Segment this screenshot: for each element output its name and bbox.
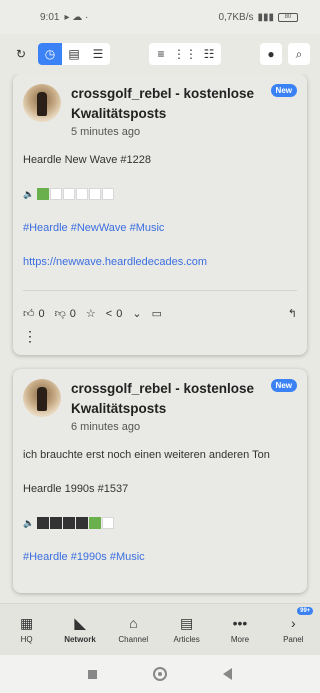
nav-more[interactable]: ••• More	[214, 615, 266, 644]
nav-label: Network	[64, 635, 96, 644]
thumbs-down-icon: 👎︎	[54, 308, 66, 320]
post-hashtags[interactable]: #Heardle #NewWave #Music	[23, 222, 297, 234]
heardle-result: 🔈	[23, 517, 297, 529]
status-bar: 9:01 ▸ ☁ · 0,7KB/s ▮▮▮ 80	[0, 0, 320, 34]
post-hashtags[interactable]: #Heardle #1990s #Music	[23, 551, 297, 563]
chevron-down-icon[interactable]: ⌄	[132, 307, 141, 320]
thumbs-up-icon: 👍︎	[23, 308, 35, 320]
post-author[interactable]: crossgolf_rebel - kostenlose Kwalitätspo…	[71, 84, 297, 124]
folder-icon[interactable]: ▭	[152, 307, 162, 320]
result-square-dark	[50, 517, 63, 529]
nav-hq[interactable]: ▦ HQ	[1, 615, 53, 644]
article-icon: ▤	[180, 615, 194, 631]
list-icon[interactable]: ☰	[86, 43, 110, 65]
nav-label: Panel	[283, 635, 304, 644]
dashboard-icon: ▦	[20, 615, 34, 631]
panel-badge: 99+	[297, 607, 314, 615]
nav-label: HQ	[20, 635, 33, 644]
status-icons: ▸ ☁ ·	[64, 11, 89, 23]
nav-channel[interactable]: ⌂ Channel	[107, 615, 159, 644]
post-link[interactable]: https://newwave.heardledecades.com	[23, 256, 297, 268]
home-icon: ⌂	[129, 615, 138, 631]
recents-icon[interactable]	[88, 669, 97, 679]
chevron-right-icon: ›	[290, 615, 296, 631]
post-card: New crossgolf_rebel - kostenlose Kwalitä…	[13, 369, 307, 593]
post-time[interactable]: 5 minutes ago	[71, 126, 297, 138]
result-square-dark	[37, 517, 50, 529]
star-icon: ☆	[85, 308, 96, 320]
new-badge: New	[270, 379, 297, 392]
avatar[interactable]	[23, 84, 61, 122]
more-options-icon[interactable]: ⋮	[23, 320, 297, 347]
nav-panel[interactable]: 99+ › Panel	[267, 607, 319, 644]
nav-label: Channel	[118, 635, 149, 644]
post-actions: 👍︎ 0 👎︎ 0 ☆ <0 ⌄ ▭ ↰	[23, 299, 297, 321]
post-body: Heardle New Wave #1228 🔈 #Heardle #NewWa…	[23, 154, 297, 268]
refresh-icon[interactable]: ↻	[10, 43, 32, 65]
post-card: New crossgolf_rebel - kostenlose Kwalitä…	[13, 74, 307, 355]
result-square-empty	[50, 188, 63, 200]
signal-icon: ▮▮▮	[257, 11, 274, 23]
like-count: 0	[38, 307, 45, 320]
share-button[interactable]: <0	[106, 308, 123, 320]
post-text: ich brauchte erst noch einen weiteren an…	[23, 449, 270, 461]
result-square-empty	[102, 188, 115, 200]
result-square-empty	[76, 188, 89, 200]
like-button[interactable]: 👍︎ 0	[23, 307, 45, 321]
post-time[interactable]: 6 minutes ago	[71, 421, 297, 433]
rss-icon: ◣	[74, 615, 86, 631]
speaker-icon: 🔈	[23, 517, 35, 528]
nav-network[interactable]: ◣ Network	[54, 615, 106, 644]
dislike-button[interactable]: 👎︎ 0	[54, 307, 76, 321]
layout-mode-group: ≡ ⋮⋮ ☷	[149, 43, 221, 65]
result-square-green	[37, 188, 50, 200]
view-mode-group: ◷ ▤ ☰	[38, 43, 110, 65]
nav-label: More	[230, 635, 250, 644]
result-square-empty	[89, 188, 102, 200]
star-button[interactable]: ☆	[86, 307, 96, 320]
battery-icon: 80	[278, 12, 298, 22]
feed: New crossgolf_rebel - kostenlose Kwalitä…	[0, 74, 320, 693]
system-nav-bar	[0, 655, 320, 693]
toolbar: ↻ ◷ ▤ ☰ ≡ ⋮⋮ ☷ ● ⌕	[0, 34, 320, 74]
back-icon[interactable]	[223, 668, 232, 680]
nav-articles[interactable]: ▤ Articles	[161, 615, 213, 644]
post-body: ich brauchte erst noch einen weiteren an…	[23, 449, 297, 563]
ellipsis-icon: •••	[232, 615, 248, 631]
share-count: 0	[116, 307, 123, 320]
post-text: Heardle New Wave #1228	[23, 154, 151, 166]
search-icon[interactable]: ⌕	[288, 43, 310, 65]
clock-icon[interactable]: ◷	[38, 43, 62, 65]
result-square-empty	[63, 188, 76, 200]
chat-icon[interactable]: ▤	[62, 43, 86, 65]
home-button-icon[interactable]	[153, 667, 167, 681]
status-network-speed: 0,7KB/s	[218, 11, 254, 23]
post-author[interactable]: crossgolf_rebel - kostenlose Kwalitätspo…	[71, 379, 297, 419]
avatar[interactable]	[23, 379, 61, 417]
grid-icon[interactable]: ⋮⋮	[173, 43, 197, 65]
dislike-count: 0	[69, 307, 76, 320]
post-text: Heardle 1990s #1537	[23, 483, 129, 495]
reply-icon[interactable]: ↰	[288, 307, 297, 320]
status-time: 9:01	[40, 11, 60, 23]
heardle-result: 🔈	[23, 188, 297, 200]
speaker-icon: 🔈	[23, 188, 35, 199]
result-square-dark	[63, 517, 76, 529]
share-icon: <	[105, 307, 113, 320]
result-square-green	[89, 517, 102, 529]
divider	[23, 290, 297, 291]
text-lines-icon[interactable]: ≡	[149, 43, 173, 65]
new-badge: New	[270, 84, 297, 97]
cards-icon[interactable]: ☷	[197, 43, 221, 65]
bottom-nav: ▦ HQ ◣ Network ⌂ Channel ▤ Articles ••• …	[0, 603, 320, 655]
nav-label: Articles	[173, 635, 200, 644]
person-icon[interactable]: ●	[260, 43, 282, 65]
result-square-dark	[76, 517, 89, 529]
result-square-empty	[102, 517, 115, 529]
